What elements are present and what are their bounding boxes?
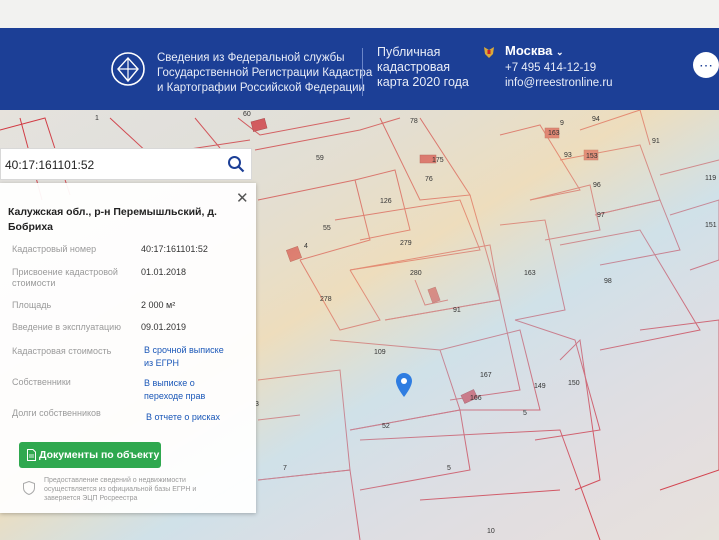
row-label: Собственники [12,377,71,387]
city-selector[interactable]: Москва ⌄ [505,43,564,58]
agency-line: Государственной Регистрации Кадастра [157,67,373,79]
parcel-label: 150 [568,380,580,387]
row-label: Долги собственников [12,408,101,418]
cadastral-value-link[interactable]: В срочной выписке из ЕГРН [144,344,234,370]
row-label: Кадастровая стоимость [12,346,112,356]
documents-button-label: Документы по объекту [39,449,160,461]
parcel-label: 97 [597,212,605,219]
row-value: 40:17:161101:52 [141,244,208,254]
chevron-down-icon: ⌄ [556,47,564,57]
parcel-label: 5 [447,465,451,472]
parcel-label: 98 [604,278,612,285]
product-line: кадастровая [377,60,451,74]
product-title: Публичная кадастровая карта 2020 года [377,45,469,90]
email-link[interactable]: info@rreestronline.ru [505,77,613,89]
phone-number[interactable]: +7 495 414-12-19 [505,62,596,74]
row-value: 2 000 м² [141,300,176,310]
parcel-label: 163 [524,270,536,277]
parcel-label: 163 [548,130,560,137]
parcel-label: 278 [320,296,332,303]
parcel-label: 96 [593,182,601,189]
row-label: Кадастровый номер [12,244,97,254]
debts-link[interactable]: В отчете о рисках [146,411,220,424]
parcel-label: 166 [470,395,482,402]
parcel-label: 59 [316,155,324,162]
parcel-label: 94 [592,116,600,123]
parcel-label: 60 [243,111,251,118]
document-icon [27,449,36,461]
header-divider [362,48,363,96]
row-label: Введение в эксплуатацию [12,322,121,332]
parcel-label: 280 [410,270,422,277]
parcel-label: 153 [586,153,598,160]
row-value: 01.01.2018 [141,267,187,277]
parcel-label: 5 [523,410,527,417]
row-value: 09.01.2019 [141,322,187,332]
documents-button[interactable]: Документы по объекту [19,442,161,468]
search-bar [0,148,252,180]
search-icon[interactable] [227,155,245,173]
parcel-label: 52 [382,423,390,430]
product-line: Публичная [377,45,441,59]
search-input[interactable] [3,157,217,173]
rosreestr-logo-icon [111,52,145,86]
browser-top-strip [0,0,719,28]
shield-icon [23,481,35,495]
row-label: Площадь [12,300,52,310]
parcel-address: Калужская обл., р-н Перемышльский, д. Бо… [8,206,217,233]
parcel-label: 119 [705,175,716,182]
location-pin-icon[interactable] [396,373,412,397]
parcel-label: 126 [380,198,392,205]
product-line: карта 2020 года [377,75,469,89]
agency-line: и Картографии Российской Федерации [157,82,365,94]
parcel-label: 109 [374,349,386,356]
parcel-label: 55 [323,225,331,232]
parcel-label: 279 [400,240,412,247]
parcel-info-card: ✕ Калужская обл., р-н Перемышльский, д. … [0,183,256,513]
more-options-button[interactable]: ⋯ [693,52,719,78]
parcel-label: 78 [410,118,418,125]
parcel-label: 151 [705,222,717,229]
parcel-label: 175 [432,157,444,164]
dots-icon: ⋯ [699,57,713,73]
close-icon[interactable]: ✕ [236,189,249,207]
parcel-label: 91 [453,307,461,314]
parcel-label: 91 [652,138,660,145]
disclaimer-text: Предоставление сведений о недвижимости о… [44,477,197,502]
owners-link[interactable]: В выписке о переходе прав [144,377,224,403]
parcel-label: 167 [480,372,492,379]
parcel-label: 4 [304,243,308,250]
parcel-label: 149 [534,383,546,390]
parcel-label: 1 [95,115,99,122]
parcel-label: 76 [425,176,433,183]
city-label: Москва [505,43,553,58]
russia-emblem-icon [484,47,494,58]
agency-name: Сведения из Федеральной службы Государст… [157,51,372,96]
parcel-label: 93 [564,152,572,159]
parcel-label: 10 [487,528,495,535]
parcel-label: 7 [283,465,287,472]
agency-line: Сведения из Федеральной службы [157,52,345,64]
parcel-label: 9 [560,120,564,127]
row-label: Присвоение кадастровой стоимости [12,267,118,288]
